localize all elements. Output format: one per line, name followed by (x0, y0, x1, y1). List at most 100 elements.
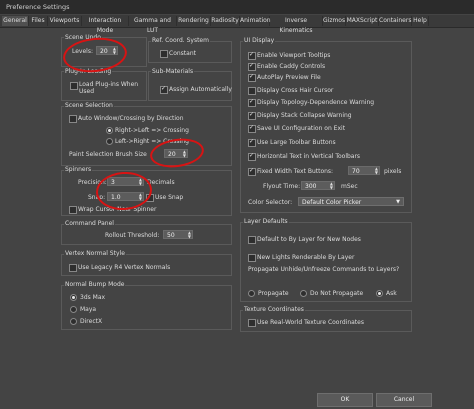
autoplay-preview-checkbox[interactable] (248, 73, 256, 82)
caddy-controls-checkbox[interactable] (248, 62, 256, 71)
right-left-label: Right->Left => Crossing (115, 127, 189, 134)
color-selector-value: Default Color Picker (302, 199, 362, 206)
fixed-width-checkbox[interactable] (248, 167, 256, 176)
topology-warning-label: Display Topology-Dependence Warning (257, 99, 375, 106)
do-not-propagate-radio[interactable] (300, 290, 307, 297)
flyout-label: Flyout Time: (263, 183, 301, 190)
rollout-value: 50 (167, 232, 175, 239)
rollout-spinner[interactable]: 50 ▲ ▼ (163, 230, 193, 239)
viewport-tooltips-label: Enable Viewport Tooltips (257, 52, 331, 59)
tab-interaction-mode[interactable]: Interaction Mode (82, 16, 129, 34)
use-snap-label: Use Snap (155, 194, 184, 201)
ref-coord-title: Ref. Coord. System (151, 37, 210, 44)
tab-maxscript[interactable]: MAXScript (346, 16, 379, 26)
default-by-layer-label: Default to By Layer for New Nodes (257, 236, 361, 243)
horizontal-text-checkbox[interactable] (248, 152, 256, 161)
load-when-used-label: Load Plug-ins When Used (79, 81, 139, 95)
bump-3dsmax-label: 3ds Max (80, 294, 106, 301)
normal-bump-title: Normal Bump Mode (64, 281, 126, 288)
left-right-radio[interactable] (106, 138, 113, 145)
rollout-label: Rollout Threshold: (105, 232, 160, 239)
use-legacy-checkbox[interactable] (69, 264, 77, 272)
fixed-width-label: Fixed Width Text Buttons: (257, 168, 334, 175)
chevron-down-icon: ▼ (396, 199, 400, 205)
save-ui-config-checkbox[interactable] (248, 124, 256, 133)
tab-radiosity[interactable]: Radiosity (211, 16, 240, 26)
assign-auto-checkbox[interactable] (160, 85, 168, 94)
viewport-tooltips-checkbox[interactable] (248, 51, 256, 60)
cross-hair-label: Display Cross Hair Cursor (257, 87, 334, 94)
caddy-controls-label: Enable Caddy Controls (257, 63, 326, 70)
new-lights-checkbox[interactable] (248, 254, 256, 262)
ok-button[interactable]: OK (317, 393, 373, 407)
cross-hair-checkbox[interactable] (248, 87, 256, 95)
stack-collapse-checkbox[interactable] (248, 111, 256, 120)
pixels-label: pixels (384, 168, 402, 175)
tab-containers[interactable]: Containers (379, 16, 412, 26)
spinner-arrows-icon: ▲ ▼ (187, 230, 191, 239)
bump-maya-radio[interactable] (70, 306, 77, 313)
texture-coords-title: Texture Coordinates (243, 306, 305, 313)
ui-display-title: UI Display (243, 37, 276, 44)
fixed-width-value: 70 (352, 168, 360, 175)
vertex-normal-title: Vertex Normal Style (64, 250, 126, 257)
right-left-radio[interactable] (106, 127, 113, 134)
tab-viewports[interactable]: Viewports (48, 16, 82, 26)
command-panel-title: Command Panel (64, 220, 115, 227)
load-when-used-checkbox[interactable] (70, 82, 78, 90)
spinner-arrows-icon: ▲ ▼ (374, 166, 378, 175)
topology-warning-checkbox[interactable] (248, 98, 256, 107)
tab-animation[interactable]: Animation (240, 16, 271, 26)
auto-window-label: Auto Window/Crossing by Direction (78, 115, 184, 122)
scene-selection-title: Scene Selection (64, 102, 114, 109)
tab-files[interactable]: Files (29, 16, 48, 26)
tab-general[interactable]: General (2, 16, 29, 26)
window-title: Preference Settings (6, 3, 70, 11)
large-toolbar-label: Use Large Toolbar Buttons (257, 139, 336, 146)
spinners-title: Spinners (64, 166, 93, 173)
propagate-question-label: Propagate Unhide/Unfreeze Commands to La… (248, 266, 400, 273)
horizontal-text-label: Horizontal Text in Vertical Toolbars (257, 153, 361, 160)
autoplay-preview-label: AutoPlay Preview File (257, 74, 321, 81)
color-selector-dropdown[interactable]: Default Color Picker ▼ (298, 197, 404, 206)
spinner-arrows-icon: ▲ ▼ (329, 181, 333, 190)
tab-bar: General Files Viewports Interaction Mode… (0, 15, 474, 34)
new-lights-label: New Lights Renderable By Layer (257, 254, 355, 261)
bump-maya-label: Maya (80, 306, 97, 313)
bump-3dsmax-radio[interactable] (70, 294, 77, 301)
assign-auto-label: Assign Automatically (169, 86, 232, 93)
use-legacy-label: Use Legacy R4 Vertex Normals (78, 264, 171, 271)
propagate-radio[interactable] (248, 290, 255, 297)
real-world-checkbox[interactable] (248, 319, 256, 327)
color-selector-label: Color Selector: (248, 199, 293, 206)
msec-label: mSec (341, 183, 358, 190)
tab-rendering[interactable]: Rendering (177, 16, 211, 26)
tab-gizmos[interactable]: Gizmos (323, 16, 346, 26)
bump-directx-radio[interactable] (70, 318, 77, 325)
tab-gamma-lut[interactable]: Gamma and LUT (129, 16, 177, 34)
ask-radio[interactable] (376, 290, 383, 297)
title-bar: Preference Settings (0, 0, 474, 14)
bump-directx-label: DirectX (80, 318, 103, 325)
large-toolbar-checkbox[interactable] (248, 138, 256, 147)
auto-window-checkbox[interactable] (69, 115, 77, 123)
tab-help[interactable]: Help (412, 16, 429, 26)
real-world-label: Use Real-World Texture Coordinates (257, 319, 364, 326)
stack-collapse-label: Display Stack Collapse Warning (257, 112, 352, 119)
do-not-propagate-label: Do Not Propagate (310, 290, 364, 297)
wrap-cursor-checkbox[interactable] (69, 206, 77, 214)
fixed-width-spinner[interactable]: 70 ▲ ▼ (348, 166, 380, 175)
sub-materials-title: Sub-Materials (151, 68, 195, 75)
save-ui-config-label: Save UI Configuration on Exit (257, 125, 346, 132)
propagate-label: Propagate (258, 290, 289, 297)
constant-label: Constant (169, 50, 196, 57)
constant-checkbox[interactable] (160, 50, 168, 58)
flyout-spinner[interactable]: 300 ▲ ▼ (301, 181, 335, 190)
layer-defaults-title: Layer Defaults (243, 218, 289, 225)
brush-size-label: Paint Selection Brush Size (69, 151, 147, 158)
tab-inverse-kinematics[interactable]: Inverse Kinematics (270, 16, 323, 34)
cancel-button[interactable]: Cancel (376, 393, 432, 407)
ask-label: Ask (386, 290, 397, 297)
default-by-layer-checkbox[interactable] (248, 236, 256, 244)
flyout-value: 300 (305, 183, 317, 190)
